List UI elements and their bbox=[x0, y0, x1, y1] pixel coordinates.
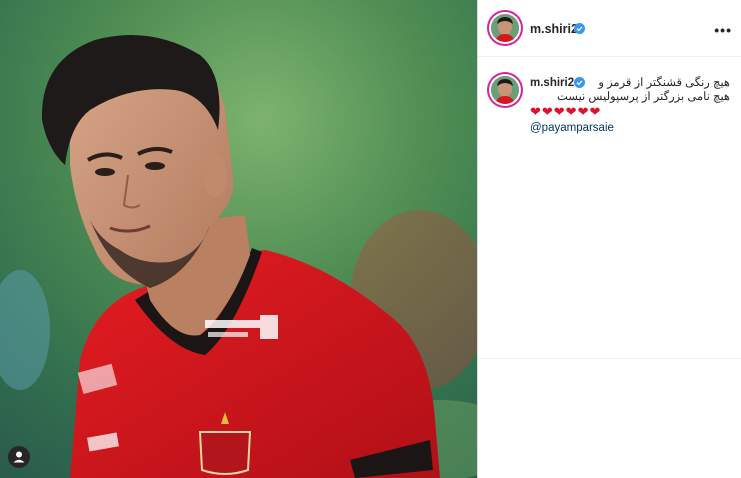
post-side-panel: m.shiri2 ••• m.shiri2 هیچ رنگی قشنگتر از… bbox=[477, 0, 741, 478]
post-caption: m.shiri2 هیچ رنگی قشنگتر از قرمز و هیچ ن… bbox=[530, 76, 730, 135]
mention-link[interactable]: @payamparsaie bbox=[530, 121, 730, 135]
player-photo-illustration bbox=[0, 0, 477, 478]
user-tag-icon[interactable] bbox=[8, 446, 30, 468]
post-photo[interactable] bbox=[0, 0, 477, 478]
post-username[interactable]: m.shiri2 bbox=[530, 22, 578, 36]
divider bbox=[478, 358, 741, 359]
verified-badge-icon bbox=[574, 77, 585, 88]
caption-line-2: هیچ نامی بزرگتر از پرسپولیس نیست bbox=[557, 91, 730, 103]
caption-username[interactable]: m.shiri2 bbox=[530, 76, 574, 90]
hearts-emoji: ❤❤❤❤❤❤ bbox=[530, 104, 602, 119]
post-header: m.shiri2 ••• bbox=[478, 0, 741, 57]
caption-line-1: هیچ رنگی قشنگتر از قرمز و bbox=[598, 77, 730, 89]
avatar[interactable] bbox=[491, 14, 519, 42]
more-options-icon[interactable]: ••• bbox=[714, 22, 732, 38]
caption-avatar[interactable] bbox=[491, 76, 519, 104]
verified-badge-icon bbox=[574, 23, 585, 34]
